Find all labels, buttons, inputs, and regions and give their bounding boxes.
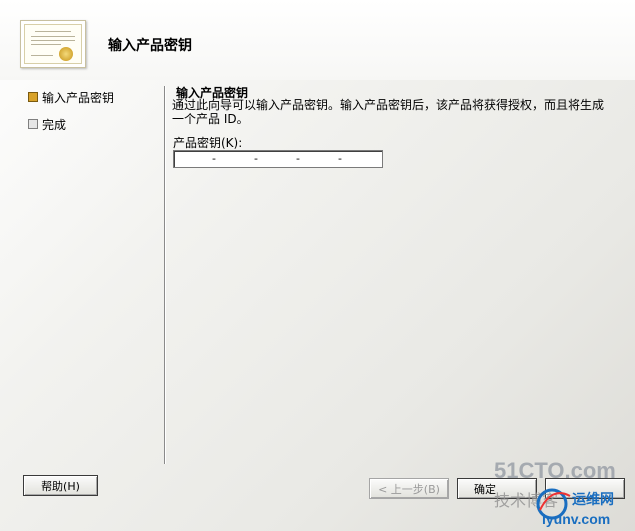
key-separator: - [338,152,342,165]
back-button[interactable]: < 上一步(B) [369,478,449,499]
content-description: 通过此向导可以输入产品密钥。输入产品密钥后，该产品将获得授权，而且将生成一个产品… [172,98,605,126]
wizard-header [0,0,635,80]
step-enter-key: 输入产品密钥 [28,89,114,105]
watermark-brand: 51CTO.com [494,458,616,483]
page-title: 输入产品密钥 [108,38,192,54]
help-button[interactable]: 帮助(H) [23,475,98,496]
step-active-indicator-icon [28,92,38,102]
product-key-label: 产品密钥(K): [173,136,243,150]
step-inactive-indicator-icon [28,119,38,129]
step-finish: 完成 [28,116,66,132]
certificate-icon [20,20,86,68]
key-separator: - [212,152,216,165]
key-separator: - [296,152,300,165]
step-label: 输入产品密钥 [42,90,115,105]
step-label: 完成 [42,117,67,132]
watermark-sub2: 运维网 [572,491,614,508]
watermark-url: iyunv.com [542,511,610,527]
key-separator: - [254,152,258,165]
watermark-sub1: 技术博客 [494,491,558,510]
product-key-input[interactable]: - - - - [173,150,383,168]
vertical-divider [164,86,165,464]
site-watermark: 51CTO.com 技术博客 运维网 iyunv.com [494,458,616,527]
